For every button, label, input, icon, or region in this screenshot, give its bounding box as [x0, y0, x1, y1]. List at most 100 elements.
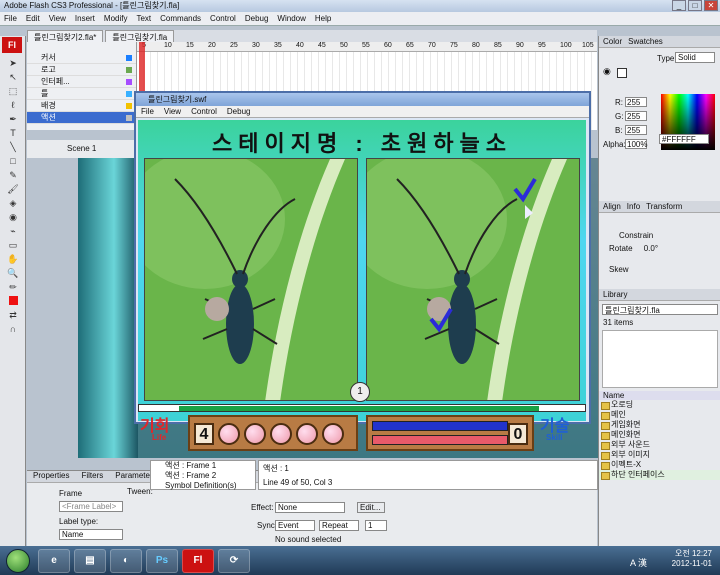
tab-color[interactable]: Color: [603, 37, 622, 46]
system-clock[interactable]: 오전 12:27 2012-11-01: [672, 549, 712, 569]
zoom-icon[interactable]: 🔍: [4, 268, 22, 280]
library-item[interactable]: 게임화면: [599, 420, 720, 430]
maximize-button[interactable]: □: [688, 0, 702, 11]
menu-window[interactable]: Window: [273, 12, 310, 23]
paint-bucket-icon[interactable]: ◉: [4, 212, 22, 224]
rectangle-tool-icon[interactable]: □: [4, 156, 22, 168]
actions-tree-item[interactable]: 액션 : Frame 2: [165, 471, 255, 481]
edit-button[interactable]: Edit...: [357, 502, 385, 513]
scene-label[interactable]: Scene 1: [67, 144, 96, 153]
menu-commands[interactable]: Commands: [156, 12, 206, 23]
ink-bottle-icon[interactable]: ◈: [4, 198, 22, 210]
subselection-tool-icon[interactable]: ↖: [4, 72, 22, 84]
swap-colors-icon[interactable]: ⇄: [4, 310, 22, 322]
constrain-checkbox[interactable]: Constrain: [599, 213, 720, 240]
free-transform-icon[interactable]: ⬚: [4, 86, 22, 98]
language-indicator[interactable]: A 漢: [630, 556, 647, 569]
explorer-folder-icon[interactable]: ▤: [74, 549, 106, 573]
menu-control[interactable]: Control: [206, 12, 241, 23]
line-tool-icon[interactable]: ╲: [4, 142, 22, 154]
menu-help[interactable]: Help: [311, 12, 336, 23]
sync-select[interactable]: Event: [275, 520, 315, 531]
minimize-button[interactable]: _: [672, 0, 686, 11]
library-item[interactable]: 메인화면: [599, 430, 720, 440]
alpha-input[interactable]: 100%: [625, 139, 647, 149]
pencil-icon[interactable]: ✎: [4, 170, 22, 182]
fill-color-icon[interactable]: [4, 296, 22, 308]
menu-file[interactable]: File: [0, 12, 22, 23]
repeat-select[interactable]: Repeat: [319, 520, 359, 531]
tab-swatches[interactable]: Swatches: [628, 37, 663, 46]
stage-name-title: 스테이지명 : 초원하늘소: [212, 131, 512, 156]
lasso-icon[interactable]: ℓ: [4, 100, 22, 112]
right-picture[interactable]: [366, 158, 580, 401]
flash-taskbar-icon[interactable]: Fl: [182, 549, 214, 573]
library-file-select[interactable]: 틀린그림찾기.fla: [602, 304, 718, 315]
selection-tool-icon[interactable]: ➤: [4, 58, 22, 70]
g-input[interactable]: 255: [625, 111, 647, 121]
actions-tree-item[interactable]: 액션 : Frame 1: [165, 461, 255, 471]
pen-icon[interactable]: ✒: [4, 114, 22, 126]
hex-input[interactable]: #FFFFFF: [659, 134, 709, 144]
library-item[interactable]: 메인: [599, 410, 720, 420]
tab-transform[interactable]: Transform: [646, 202, 682, 211]
tab-align[interactable]: Align: [603, 202, 621, 211]
tab-info[interactable]: Info: [627, 202, 640, 211]
actions-frame-tab[interactable]: 액션 : 1: [259, 461, 597, 476]
snap-icon[interactable]: ∩: [4, 324, 22, 336]
library-item[interactable]: 외부 사운드: [599, 440, 720, 450]
dreamweaver-icon[interactable]: ◐: [110, 549, 142, 573]
skill-label[interactable]: 기술 Skill: [540, 412, 569, 442]
swf-menu-view[interactable]: View: [159, 107, 186, 116]
ie-icon[interactable]: e: [38, 549, 70, 573]
actions-tree-item[interactable]: Symbol Definition(s): [165, 481, 255, 491]
alpha-label: Alpha:: [603, 140, 626, 149]
library-item[interactable]: 외부 이미지: [599, 450, 720, 460]
eraser-icon[interactable]: ▭: [4, 240, 22, 252]
menu-view[interactable]: View: [45, 12, 71, 23]
menu-modify[interactable]: Modify: [100, 12, 133, 23]
layer-row[interactable]: 인터페...: [27, 76, 136, 88]
stroke-color-icon[interactable]: ✏: [4, 282, 22, 294]
menu-debug[interactable]: Debug: [241, 12, 274, 23]
frame-ruler[interactable]: 5 10 15 20 25 30 35 40 45 50 55 60 65 70…: [137, 42, 597, 52]
repeat-count-input[interactable]: 1: [365, 520, 387, 531]
brush-icon[interactable]: 🖌: [4, 184, 22, 196]
library-item[interactable]: 하단 인터페이스: [599, 470, 720, 480]
swf-menu-debug[interactable]: Debug: [222, 107, 256, 116]
effect-select[interactable]: None: [275, 502, 345, 513]
library-tab[interactable]: Library: [599, 289, 720, 301]
r-input[interactable]: 255: [625, 97, 647, 107]
layer-row[interactable]: 커서: [27, 52, 136, 64]
label-type-select[interactable]: Name: [59, 529, 123, 540]
eyedropper-icon[interactable]: ⌁: [4, 226, 22, 238]
frame-label-input[interactable]: <Frame Label>: [59, 501, 123, 512]
library-name-header[interactable]: Name: [599, 391, 720, 400]
fill-bucket-icon[interactable]: ◉: [603, 66, 617, 78]
b-input[interactable]: 255: [625, 125, 647, 135]
menu-edit[interactable]: Edit: [22, 12, 45, 23]
layer-row-selected[interactable]: 액션: [27, 112, 136, 124]
tab-filters[interactable]: Filters: [75, 471, 109, 480]
menu-insert[interactable]: Insert: [71, 12, 100, 23]
type-select[interactable]: Solid: [675, 52, 715, 63]
swf-menu-file[interactable]: File: [136, 107, 159, 116]
left-picture[interactable]: [144, 158, 358, 401]
layer-row[interactable]: 틀: [27, 88, 136, 100]
library-item[interactable]: 이펙트-X: [599, 460, 720, 470]
close-button[interactable]: ✕: [704, 0, 718, 11]
photoshop-icon[interactable]: Ps: [146, 549, 178, 573]
layer-row[interactable]: 배경: [27, 100, 136, 112]
skew-radio[interactable]: Skew: [599, 253, 720, 274]
fill-swatch[interactable]: [617, 68, 627, 78]
rotate-value[interactable]: 0.0°: [644, 244, 658, 253]
layer-row[interactable]: 로고: [27, 64, 136, 76]
menu-text[interactable]: Text: [132, 12, 156, 23]
flash-player-icon[interactable]: ⟳: [218, 549, 250, 573]
swf-menu-control[interactable]: Control: [186, 107, 222, 116]
library-item[interactable]: 오로딩: [599, 400, 720, 410]
tab-properties[interactable]: Properties: [27, 471, 75, 480]
text-tool-icon[interactable]: T: [4, 128, 22, 140]
hand-icon[interactable]: ✋: [4, 254, 22, 266]
start-button[interactable]: [6, 549, 30, 573]
